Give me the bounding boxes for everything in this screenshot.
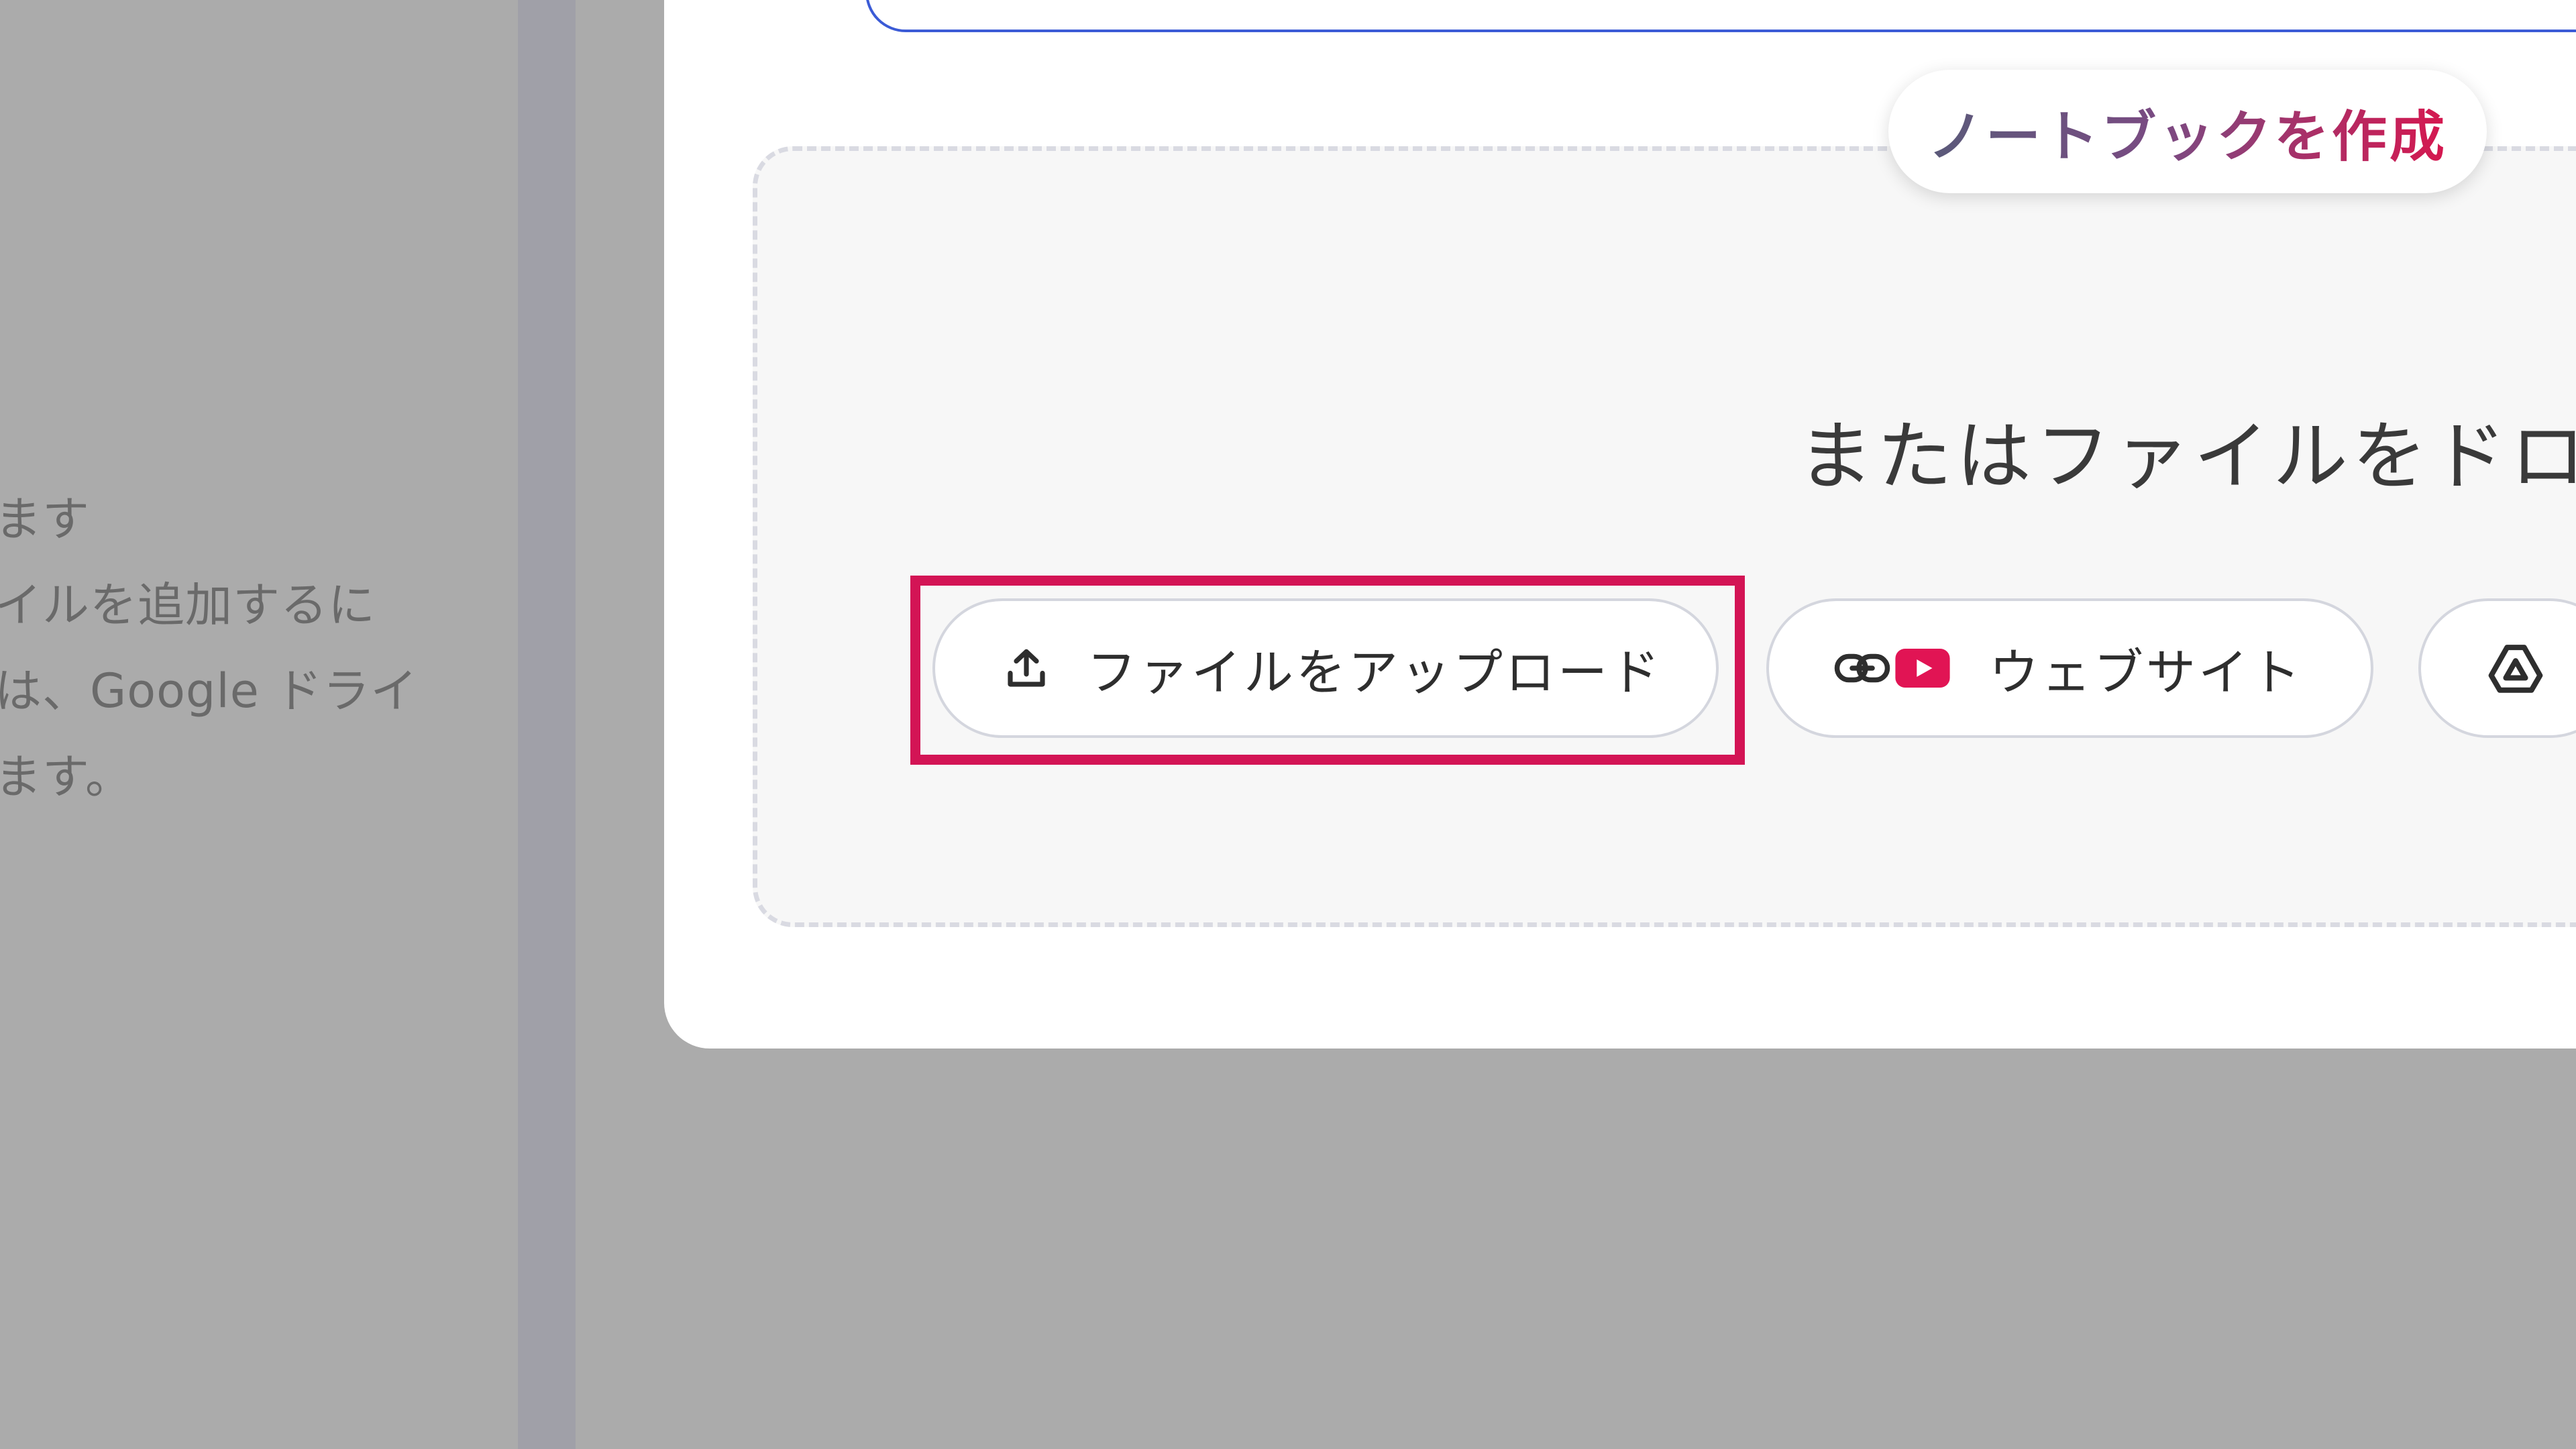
drop-files-hint: またはファイルをドロ	[1798, 413, 2576, 500]
create-notebook-label: ノートブックを作成	[1928, 92, 2447, 172]
left-panel-description: ます イルを追加するに は、Google ドライ ます。	[0, 0, 518, 1449]
google-drive-icon	[2485, 641, 2546, 695]
left-panel-text-line: ます。	[0, 749, 133, 804]
file-dropzone[interactable]	[753, 146, 2576, 927]
link-icon	[1833, 651, 1891, 685]
website-label: ウェブサイト	[1989, 643, 2303, 702]
panel-divider	[518, 0, 576, 1449]
search-sources-field[interactable]	[865, 0, 2576, 32]
left-panel-text-line: は、Google ドライ	[0, 663, 419, 718]
create-notebook-badge[interactable]: ノートブックを作成	[1888, 70, 2487, 193]
website-source-button[interactable]: ウェブサイト	[1766, 598, 2373, 738]
google-drive-button[interactable]	[2418, 598, 2576, 738]
left-panel-text-line: ます	[0, 492, 90, 547]
left-panel-text-line: イルを追加するに	[0, 578, 376, 633]
screen: ます イルを追加するに は、Google ドライ ます。 ノートブックを作成 ま…	[0, 0, 2576, 1449]
upload-highlight-frame	[910, 576, 1745, 765]
youtube-icon	[1895, 649, 1950, 688]
